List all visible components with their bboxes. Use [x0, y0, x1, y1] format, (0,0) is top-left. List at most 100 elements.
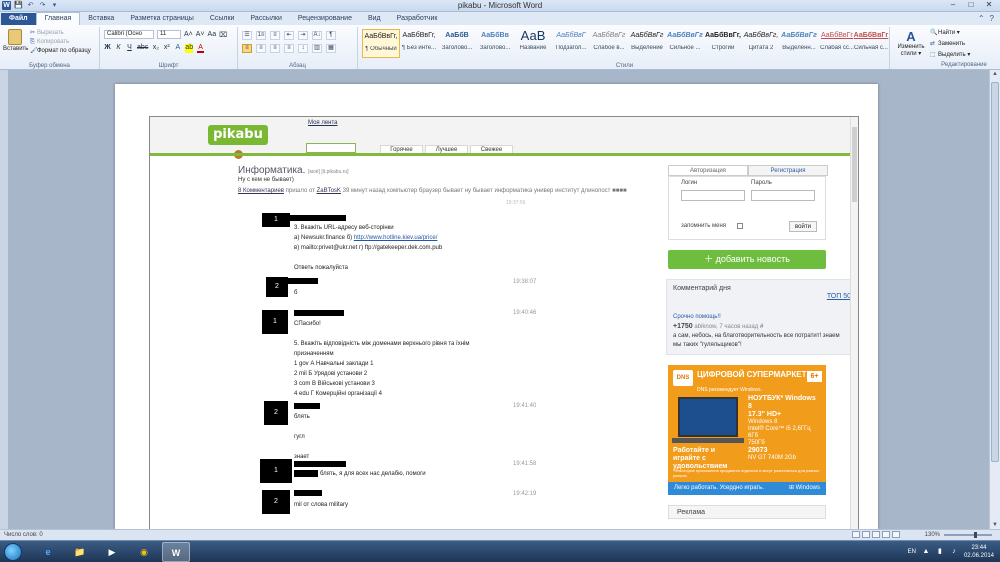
align-left-button[interactable]: ≡	[242, 44, 252, 53]
style-subtle-reference[interactable]: АаБбВвГг Слабая сс...	[818, 29, 856, 58]
style-quote-2[interactable]: АаБбВвГг, Цитата 2	[742, 29, 780, 58]
underline-button[interactable]: Ч	[126, 44, 133, 53]
view-full-screen-icon[interactable]	[862, 531, 870, 538]
network-icon[interactable]: ▮	[936, 548, 944, 556]
minimize-button[interactable]: –	[946, 0, 960, 10]
comment-line: 4 edu Г Комерційні організації 4	[294, 391, 382, 397]
font-color-button[interactable]: A	[197, 44, 205, 53]
increase-indent-button[interactable]: ⇥	[298, 31, 308, 40]
close-button[interactable]: ✕	[982, 0, 996, 10]
tab-view[interactable]: Вид	[360, 13, 389, 25]
comment-of-day-body: Срочно помощь!! +1750 abiknow, 7 часов н…	[673, 313, 849, 350]
clock[interactable]: 23:44 02.06.2014	[964, 544, 994, 560]
replace-button[interactable]: ⇄ Заменить	[930, 39, 970, 50]
language-indicator[interactable]: EN	[908, 549, 916, 555]
vertical-scrollbar[interactable]: ▲ ▼	[989, 70, 1000, 529]
style-intense-emphasis[interactable]: АаБбВвГг Сильное ...	[666, 29, 704, 58]
zoom-slider[interactable]	[944, 532, 992, 538]
help-icon[interactable]: ?	[990, 14, 994, 23]
tab-file[interactable]: Файл	[1, 13, 36, 25]
pikabu-screenshot[interactable]: pikabu Моя лента Горячее Лучшее Свежее И…	[149, 116, 859, 529]
font-row-top: Calibri (Осно 11 A˄ A˅ Aa ⌧	[104, 30, 227, 39]
style-emphasis[interactable]: АаБбВвГг Выделение	[628, 29, 666, 58]
minimize-ribbon-icon[interactable]: ⌃	[978, 14, 985, 23]
bold-button[interactable]: Ж	[104, 44, 111, 53]
view-outline-icon[interactable]	[882, 531, 890, 538]
view-web-icon[interactable]	[872, 531, 880, 538]
bullets-button[interactable]: ☰	[242, 31, 252, 40]
scroll-down-icon[interactable]: ▼	[990, 522, 1000, 528]
copy-button[interactable]: ⎘ Копировать	[30, 38, 91, 47]
document-page[interactable]: pikabu Моя лента Горячее Лучшее Свежее И…	[115, 84, 878, 529]
tab-developer[interactable]: Разработчик	[389, 13, 446, 25]
maximize-button[interactable]: □	[964, 0, 978, 10]
laptop-icon	[672, 397, 744, 443]
borders-button[interactable]: ▦	[326, 44, 336, 53]
tray-arrow-icon[interactable]: ▲	[922, 548, 930, 556]
style-intense-reference[interactable]: АаБбВвГг Сильная с...	[852, 29, 890, 58]
word-count[interactable]: Число слов: 0	[4, 530, 43, 540]
tab-home[interactable]: Главная	[35, 12, 81, 25]
style-heading-2[interactable]: АаБбВв Заголово...	[476, 29, 514, 58]
align-right-button[interactable]: ≡	[270, 44, 280, 53]
zoom-level[interactable]: 130%	[925, 530, 940, 540]
zoom-slider-thumb[interactable]	[974, 532, 977, 538]
style-strong[interactable]: АаБбВвГг, Строгий	[704, 29, 742, 58]
start-button[interactable]	[4, 543, 22, 561]
format-painter-button[interactable]: 🖌Формат по образцу	[30, 47, 91, 56]
show-marks-button[interactable]: ¶	[326, 31, 336, 40]
style-heading-1[interactable]: АаБбВ Заголово...	[438, 29, 476, 58]
font-size-combo[interactable]: 11	[157, 30, 181, 39]
style-intense-quote[interactable]: АаБбВвГг Выделенн...	[780, 29, 818, 58]
chrome-icon[interactable]: ◉	[130, 542, 158, 562]
internet-explorer-icon[interactable]: e	[34, 542, 62, 562]
paragraph-row-bottom: ≡ ≡ ≡ ≡ ↕ ▥ ▦	[242, 44, 336, 53]
strikethrough-button[interactable]: abc	[137, 44, 148, 53]
font-family-combo[interactable]: Calibri (Осно	[104, 30, 154, 39]
align-center-button[interactable]: ≡	[256, 44, 266, 53]
italic-button[interactable]: К	[115, 44, 122, 53]
tab-insert[interactable]: Вставка	[80, 13, 122, 25]
style-normal[interactable]: АаБбВвГг, ¶ Обычный	[362, 29, 400, 58]
scroll-thumb[interactable]	[991, 82, 999, 462]
tab-page-layout[interactable]: Разметка страницы	[122, 13, 202, 25]
comment-line: в) mailto:privet@ukr.net г) ftp://gateke…	[294, 245, 443, 251]
comment-line	[294, 442, 310, 452]
cut-button[interactable]: ✂ Вырезать	[30, 29, 91, 38]
grow-font-button[interactable]: A˄	[184, 31, 193, 38]
line-spacing-button[interactable]: ↕	[298, 44, 308, 53]
multilevel-button[interactable]: ≡	[270, 31, 280, 40]
numbering-button[interactable]: 1≡	[256, 31, 266, 40]
shading-button[interactable]: ▥	[312, 44, 322, 53]
shrink-font-button[interactable]: A˅	[196, 31, 205, 38]
highlight-button[interactable]: ab	[185, 44, 194, 53]
view-print-layout-icon[interactable]	[852, 531, 860, 538]
paste-button[interactable]: Вставить	[3, 29, 28, 52]
find-button[interactable]: 🔍Найти ▾	[930, 28, 970, 39]
tab-references[interactable]: Ссылки	[202, 13, 243, 25]
style-subtle-emphasis[interactable]: АаБбВвГг Слабое в...	[590, 29, 628, 58]
tab-mailings[interactable]: Рассылки	[242, 13, 289, 25]
scroll-up-icon[interactable]: ▲	[990, 71, 1000, 77]
change-case-button[interactable]: Aa	[208, 31, 217, 38]
style-title[interactable]: АаВ Название	[514, 29, 552, 58]
decrease-indent-button[interactable]: ⇤	[284, 31, 294, 40]
superscript-button[interactable]: x²	[163, 44, 170, 53]
media-player-icon[interactable]: ▶	[98, 542, 126, 562]
style-subtitle[interactable]: АаБбВвГ Подзагол...	[552, 29, 590, 58]
post-title-tags: [моё] [it.pikabu.ru]	[308, 169, 349, 175]
subscript-button[interactable]: x₂	[152, 44, 159, 53]
change-styles-button[interactable]: A Изменить стили ▾	[894, 29, 928, 57]
explorer-icon[interactable]: 📁	[66, 542, 94, 562]
text-effects-button[interactable]: A	[174, 44, 181, 53]
volume-icon[interactable]: ♪	[950, 548, 958, 556]
word-taskbar-icon[interactable]: W	[162, 542, 190, 562]
style-sample: АаБбВвГг	[781, 32, 817, 39]
style-no-spacing[interactable]: АаБбВвГг, ¶ Без инте...	[400, 29, 438, 58]
clear-format-button[interactable]: ⌧	[219, 31, 227, 39]
select-button[interactable]: ⬚ Выделить ▾	[930, 50, 970, 61]
justify-button[interactable]: ≡	[284, 44, 294, 53]
sort-button[interactable]: A↓	[312, 31, 322, 40]
tab-review[interactable]: Рецензирование	[290, 13, 360, 25]
view-draft-icon[interactable]	[892, 531, 900, 538]
